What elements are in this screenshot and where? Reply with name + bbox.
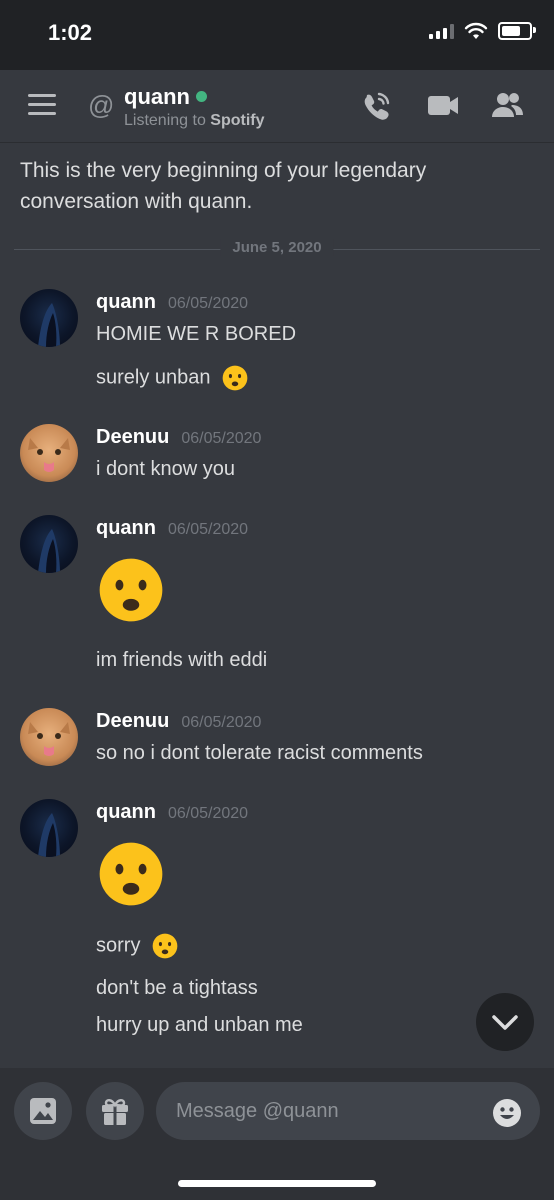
wifi-icon [464,22,488,39]
header-username: quann [124,84,207,110]
message-text: hurry up and unban me [96,1014,303,1036]
members-icon[interactable] [490,90,524,120]
online-status-icon [196,90,207,102]
avatar[interactable] [20,708,78,766]
message-input[interactable] [156,1082,540,1140]
date-divider-label: June 5, 2020 [220,239,334,256]
avatar[interactable] [20,424,78,482]
message-text: so no i dont tolerate racist comments [96,742,423,764]
message-author[interactable]: Deenuu 06/05/2020 [96,710,261,733]
message-author[interactable]: quann 06/05/2020 [96,291,248,314]
home-indicator[interactable] [178,1180,376,1187]
video-camera-icon[interactable] [426,90,460,120]
frowning-face-icon [99,842,163,906]
battery-icon [498,22,536,40]
hamburger-icon[interactable] [28,94,56,116]
status-time: 1:02 [48,20,93,45]
message-text: i dont know you [96,458,235,480]
at-icon: @ [88,90,115,120]
avatar[interactable] [20,515,78,573]
message-timestamp: 06/05/2020 [168,521,249,538]
message-timestamp: 06/05/2020 [168,805,249,822]
message-text: surely unban [96,365,248,391]
phone-call-icon[interactable] [360,90,394,120]
gift-button[interactable] [86,1082,144,1140]
message-text: sorry [96,933,178,959]
frowning-face-icon [99,558,163,622]
scroll-to-bottom-button[interactable] [476,993,534,1051]
avatar[interactable] [20,289,78,347]
message-timestamp: 06/05/2020 [168,295,249,312]
frowning-face-icon [152,933,178,959]
conversation-intro: This is the very beginning of your legen… [20,159,427,213]
avatar[interactable] [20,799,78,857]
message-list[interactable]: This is the very beginning of your legen… [0,143,554,1068]
image-icon [30,1098,56,1124]
chevron-down-icon [492,1015,518,1030]
frowning-face-icon [222,365,248,391]
channel-header: @ quann Listening to Spotify [0,70,554,143]
activity-status: Listening to Spotify [124,112,265,129]
message-author[interactable]: quann 06/05/2020 [96,517,248,540]
message-text: don't be a tightass [96,977,258,999]
cellular-signal-icon [429,23,454,39]
upload-image-button[interactable] [14,1082,72,1140]
message-text: im friends with eddi [96,649,268,671]
message-timestamp: 06/05/2020 [181,430,262,447]
message-author[interactable]: Deenuu 06/05/2020 [96,426,261,449]
gift-icon [102,1099,128,1125]
message-text: HOMIE WE R BORED [96,323,297,345]
message-author[interactable]: quann 06/05/2020 [96,801,248,824]
message-timestamp: 06/05/2020 [181,714,262,731]
smiley-icon[interactable] [492,1098,522,1128]
status-bar: 1:02 [0,0,554,70]
